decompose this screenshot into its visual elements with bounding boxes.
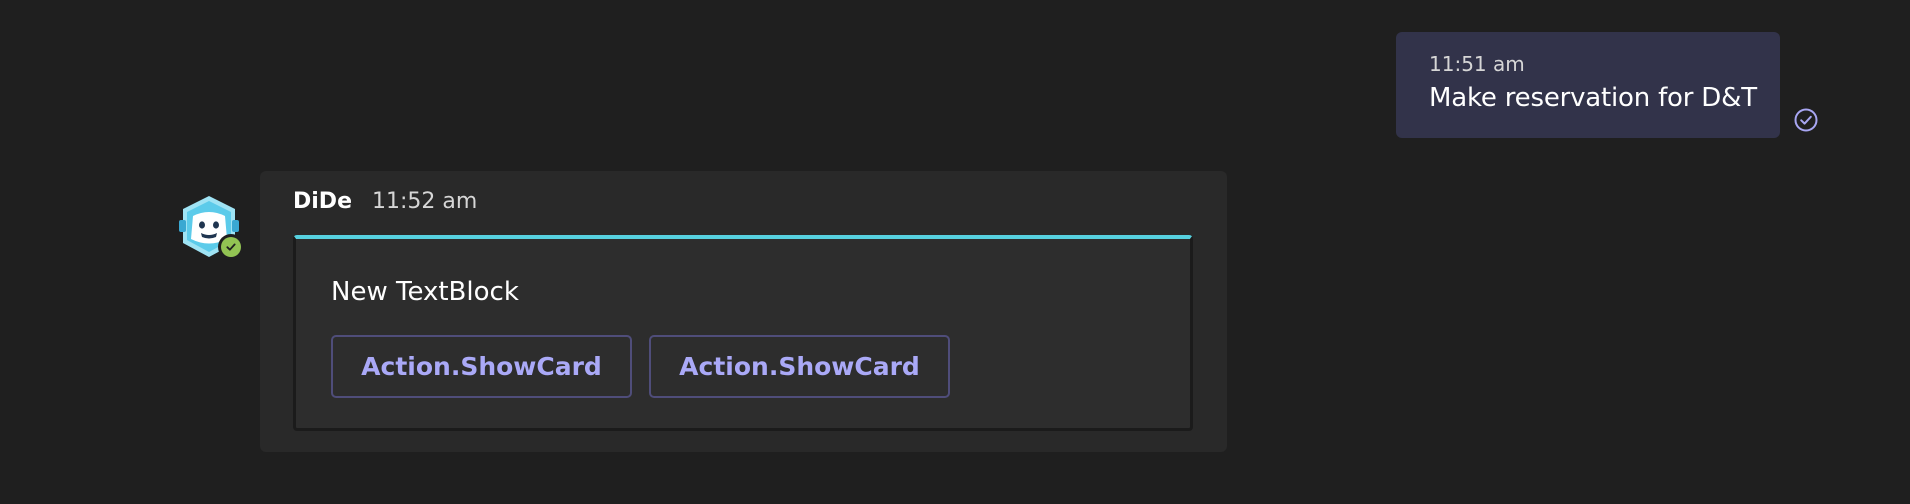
message-timestamp: 11:51 am	[1429, 52, 1525, 76]
sender-name[interactable]: DiDe	[293, 189, 352, 214]
chat-pane: 11:51 am Make reservation for D&T DiDe 1…	[0, 0, 1910, 504]
message-text: Make reservation for D&T	[1429, 83, 1757, 113]
show-card-button[interactable]: Action.ShowCard	[331, 335, 632, 398]
read-check-icon	[1793, 107, 1819, 133]
incoming-message: DiDe 11:52 am New TextBlock Action.ShowC…	[260, 171, 1227, 452]
presence-badge	[218, 234, 244, 260]
message-timestamp: 11:52 am	[372, 189, 478, 214]
outgoing-message[interactable]: 11:51 am Make reservation for D&T	[1396, 32, 1780, 138]
available-check-icon	[221, 237, 241, 257]
message-header: DiDe 11:52 am	[293, 189, 477, 219]
show-card-button[interactable]: Action.ShowCard	[649, 335, 950, 398]
card-text-block: New TextBlock	[331, 277, 519, 307]
adaptive-card: New TextBlock Action.ShowCard Action.Sho…	[293, 235, 1193, 431]
